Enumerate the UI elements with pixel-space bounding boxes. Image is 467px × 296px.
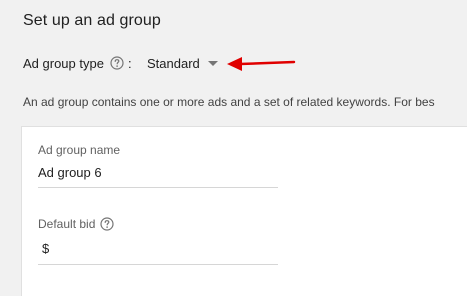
ad-group-type-row: Ad group type : [23,54,132,72]
default-bid-label: Default bid [38,217,96,231]
page-title: Set up an ad group [23,12,161,29]
caret-down-icon [207,60,218,66]
help-icon[interactable] [100,217,114,231]
default-bid-label-row: Default bid [38,217,114,231]
red-arrow-icon [227,57,296,71]
default-bid-underline [38,264,278,265]
ad-group-form-card: Ad group name Ad group 6 Default bid $ [21,126,467,296]
ad-group-type-selected-value: Standard [147,55,200,71]
ad-group-type-dropdown[interactable]: Standard [147,54,218,72]
ad-group-type-label: Ad group type [23,55,104,71]
ad-group-type-colon: : [127,55,132,71]
ad-group-name-underline [38,187,278,188]
default-bid-input[interactable]: $ [42,241,49,256]
ad-group-description: An ad group contains one or more ads and… [23,95,435,109]
ad-group-name-input[interactable]: Ad group 6 [38,165,102,180]
ad-group-name-label: Ad group name [38,143,121,157]
help-icon[interactable] [110,56,124,70]
